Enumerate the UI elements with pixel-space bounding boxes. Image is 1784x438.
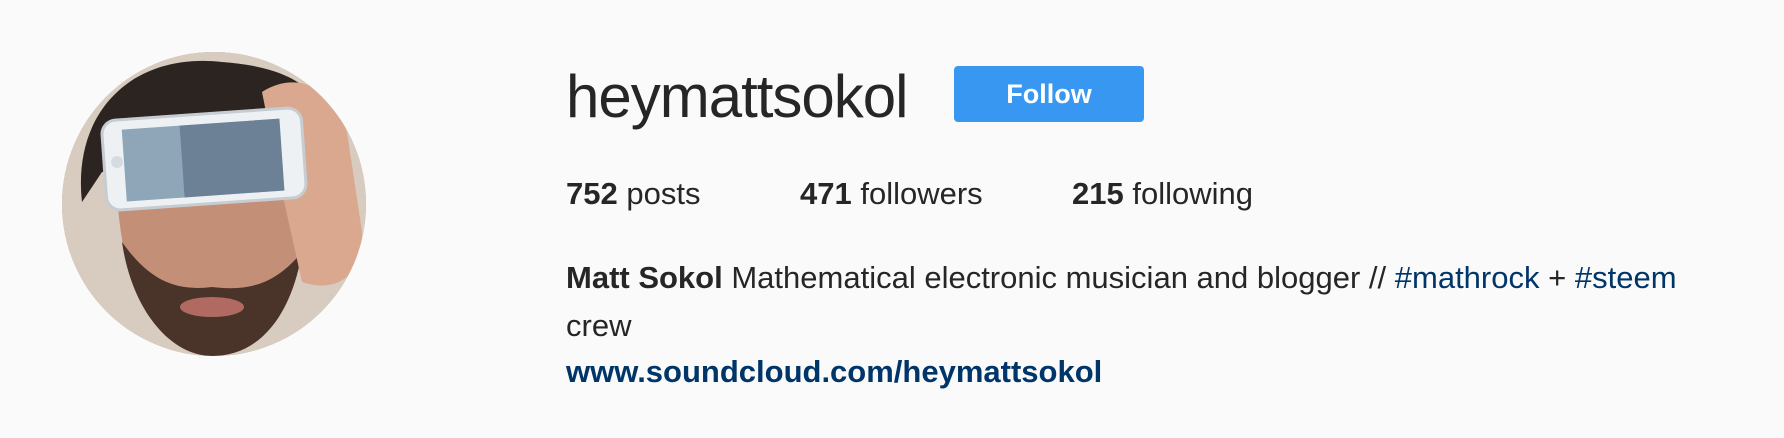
- follow-button[interactable]: Follow: [954, 66, 1144, 122]
- followers-label: followers: [860, 176, 983, 211]
- followers-count: 471: [800, 176, 852, 211]
- bio-plus: +: [1548, 260, 1567, 295]
- bio-full-name: Matt Sokol: [566, 260, 723, 295]
- hashtag-link-mathrock[interactable]: #mathrock: [1395, 260, 1540, 295]
- posts-count: 752: [566, 176, 618, 211]
- bio-text: Mathematical electronic musician and blo…: [731, 260, 1387, 295]
- profile-username: heymattsokol: [566, 63, 908, 130]
- profile-website-link[interactable]: www.soundcloud.com/heymattsokol: [566, 350, 1102, 394]
- hashtag-link-steem[interactable]: #steem: [1575, 260, 1677, 295]
- posts-label: posts: [626, 176, 701, 211]
- posts-stat: 752 posts: [566, 174, 700, 214]
- avatar-photo: [62, 52, 366, 356]
- followers-stat[interactable]: 471 followers: [800, 174, 983, 214]
- following-count: 215: [1072, 176, 1124, 211]
- profile-avatar[interactable]: [62, 52, 366, 356]
- bio-text-continued: crew: [566, 308, 632, 343]
- following-stat[interactable]: 215 following: [1072, 174, 1253, 214]
- following-label: following: [1132, 176, 1253, 211]
- profile-bio: Matt Sokol Mathematical electronic music…: [566, 254, 1766, 350]
